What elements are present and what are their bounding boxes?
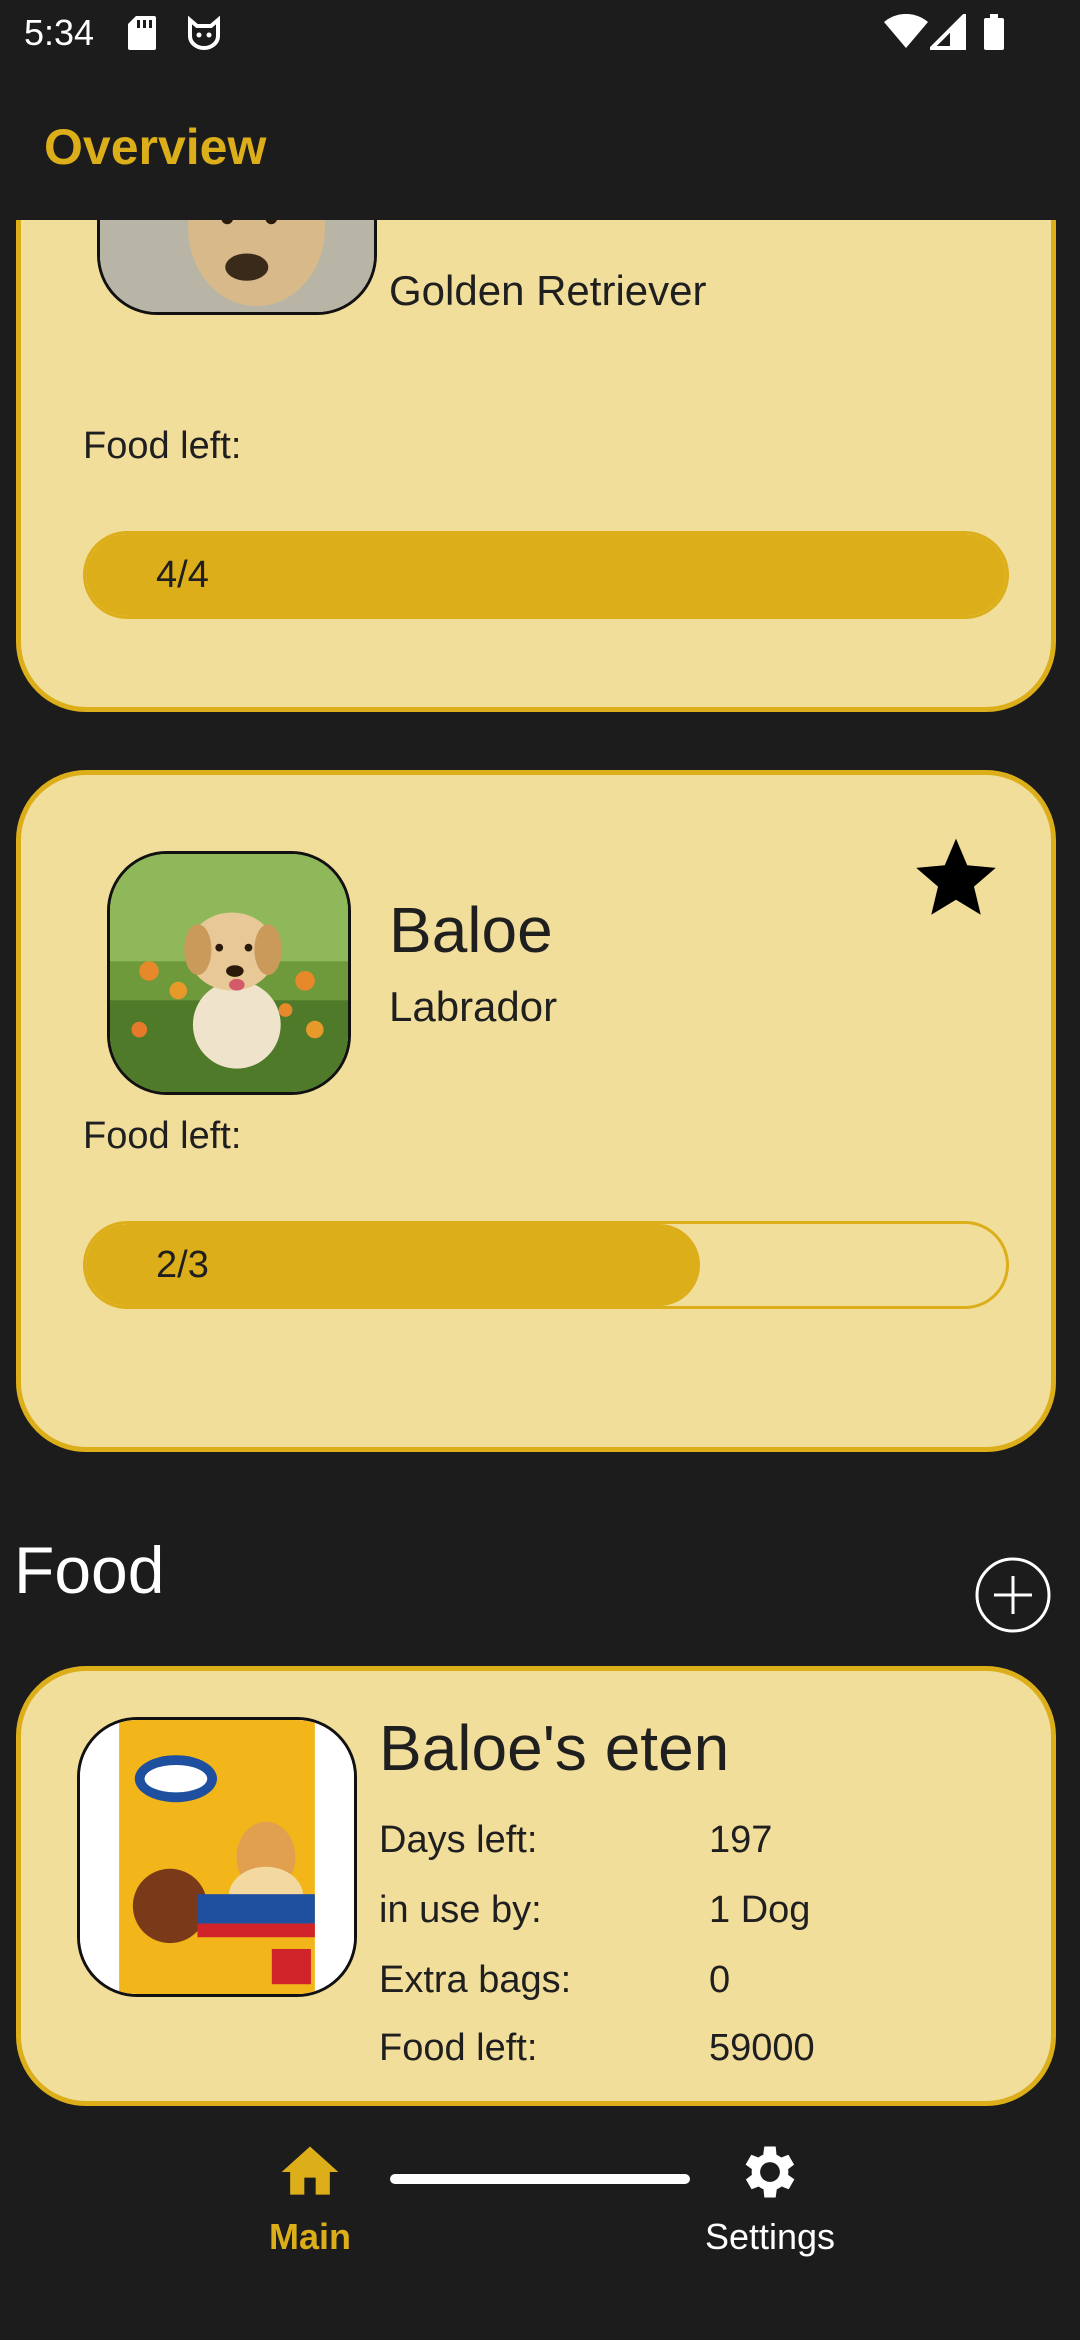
food-progress-bar: 2/3 <box>83 1221 1009 1309</box>
food-progress-text: 4/4 <box>156 554 209 596</box>
extra-bags-label: Extra bags: <box>379 1959 572 2001</box>
nav-item-main[interactable]: Main <box>200 2132 420 2282</box>
pet-photo <box>97 220 377 315</box>
pet-name: Baloe <box>389 894 553 966</box>
in-use-by-value: 1 Dog <box>709 1889 811 1931</box>
food-left-value: 59000 <box>709 2027 815 2069</box>
food-bag-photo <box>77 1717 357 1997</box>
sd-card-icon <box>128 16 156 50</box>
status-bar: 5:34 <box>0 0 1080 66</box>
pet-photo <box>107 851 351 1095</box>
food-left-label: Food left: <box>83 425 242 467</box>
days-left-value: 197 <box>709 1819 773 1861</box>
food-progress-fill <box>86 534 1006 616</box>
nav-item-settings[interactable]: Settings <box>660 2132 880 2282</box>
food-left-label: Food left: <box>379 2027 538 2069</box>
home-indicator <box>390 2174 690 2184</box>
nav-label-settings: Settings <box>704 2216 836 2257</box>
days-left-label: Days left: <box>379 1819 538 1861</box>
food-name: Baloe's eten <box>379 1712 730 1784</box>
nav-label-main: Main <box>268 2216 351 2257</box>
overview-scroll-area[interactable]: Golden Retriever Food left: 4/4 Baloe La… <box>0 220 1080 2110</box>
wifi-icon <box>884 14 928 48</box>
food-progress-bar: 4/4 <box>83 531 1009 619</box>
page-title: Overview <box>44 119 267 175</box>
bottom-navigation: Main Settings <box>0 2110 1080 2340</box>
favorite-star-icon[interactable] <box>911 833 1001 923</box>
food-section-title: Food <box>14 1533 165 1607</box>
food-card[interactable]: Baloe's eten Days left: 197 in use by: 1… <box>16 1666 1056 2106</box>
pet-breed: Labrador <box>389 983 558 1030</box>
signal-icon <box>930 14 966 50</box>
pet-card[interactable]: Golden Retriever Food left: 4/4 <box>16 220 1056 712</box>
in-use-by-label: in use by: <box>379 1889 542 1931</box>
extra-bags-value: 0 <box>709 1959 731 2001</box>
status-time: 5:34 <box>24 12 95 53</box>
pet-card[interactable]: Baloe Labrador Food left: 2/3 <box>16 770 1056 1452</box>
battery-icon <box>984 14 1004 50</box>
pet-breed: Golden Retriever <box>389 267 707 314</box>
food-left-label: Food left: <box>83 1115 242 1157</box>
home-icon <box>281 2146 339 2195</box>
app-bar: Overview <box>0 66 1080 220</box>
gear-icon <box>745 2146 795 2198</box>
food-progress-text: 2/3 <box>156 1244 209 1286</box>
add-circle-icon[interactable] <box>974 1556 1052 1634</box>
cat-icon <box>188 16 220 50</box>
